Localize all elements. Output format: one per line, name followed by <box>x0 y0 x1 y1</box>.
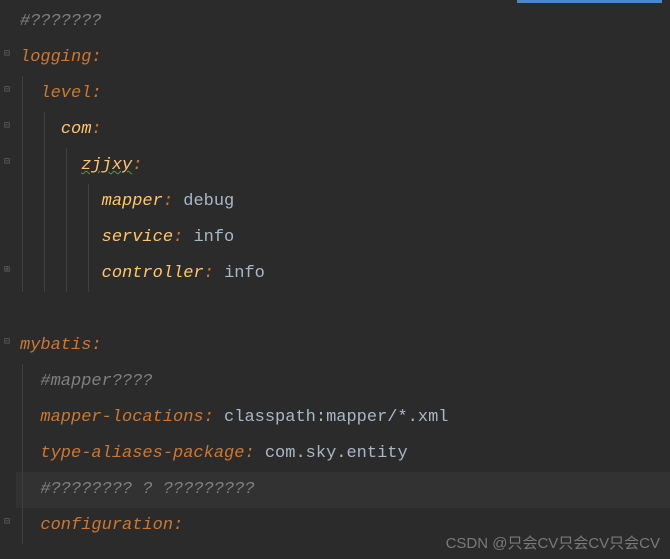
fold-icon[interactable]: ⊟ <box>1 516 13 528</box>
yaml-value: info <box>224 264 265 283</box>
comment-text: #mapper???? <box>40 372 152 391</box>
yaml-value: debug <box>183 192 234 211</box>
yaml-value: info <box>193 228 234 247</box>
colon: : <box>173 228 183 247</box>
code-editor[interactable]: ⊟ ⊟ ⊟ ⊟ ⊞ ⊟ ⊟ #??????? logging: level: c… <box>0 0 670 559</box>
code-line[interactable]: zjjxy: <box>16 148 670 184</box>
gutter: ⊟ ⊟ ⊟ ⊟ ⊞ ⊟ ⊟ <box>0 0 16 559</box>
comment-text: #???????? ? ????????? <box>40 480 254 499</box>
code-line[interactable]: #mapper???? <box>16 364 670 400</box>
colon: : <box>91 48 101 67</box>
fold-icon[interactable]: ⊞ <box>1 264 13 276</box>
colon: : <box>173 516 183 535</box>
colon: : <box>132 156 142 175</box>
colon: : <box>91 336 101 355</box>
yaml-key: level <box>40 84 91 103</box>
yaml-key: configuration <box>40 516 173 535</box>
code-line[interactable]: mapper: debug <box>16 184 670 220</box>
yaml-key: zjjxy <box>81 156 132 175</box>
fold-icon[interactable]: ⊟ <box>1 156 13 168</box>
code-line[interactable]: level: <box>16 76 670 112</box>
code-line[interactable]: service: info <box>16 220 670 256</box>
fold-icon[interactable]: ⊟ <box>1 336 13 348</box>
code-line[interactable]: configuration: <box>16 508 670 544</box>
yaml-key: logging <box>20 48 91 67</box>
comment-text: #??????? <box>20 12 102 31</box>
colon: : <box>91 120 101 139</box>
code-line[interactable]: controller: info <box>16 256 670 292</box>
yaml-key: mybatis <box>20 336 91 355</box>
fold-icon[interactable]: ⊟ <box>1 48 13 60</box>
code-line[interactable]: #??????? <box>16 4 670 40</box>
code-area[interactable]: #??????? logging: level: com: zjjxy: map… <box>16 0 670 559</box>
code-line[interactable]: com: <box>16 112 670 148</box>
code-line-highlighted[interactable]: #???????? ? ????????? <box>16 472 670 508</box>
yaml-key: com <box>61 120 92 139</box>
yaml-key: type-aliases-package <box>40 444 244 463</box>
colon: : <box>204 408 214 427</box>
fold-icon[interactable]: ⊟ <box>1 120 13 132</box>
code-line[interactable]: mapper-locations: classpath:mapper/*.xml <box>16 400 670 436</box>
code-line[interactable]: logging: <box>16 40 670 76</box>
colon: : <box>244 444 254 463</box>
yaml-value: classpath:mapper/*.xml <box>224 408 448 427</box>
code-line[interactable]: type-aliases-package: com.sky.entity <box>16 436 670 472</box>
code-line-empty[interactable] <box>16 292 670 328</box>
yaml-key: controller <box>102 264 204 283</box>
yaml-value: com.sky.entity <box>265 444 408 463</box>
colon: : <box>204 264 214 283</box>
code-line[interactable]: mybatis: <box>16 328 670 364</box>
yaml-key: service <box>102 228 173 247</box>
colon: : <box>91 84 101 103</box>
yaml-key: mapper <box>102 192 163 211</box>
fold-icon[interactable]: ⊟ <box>1 84 13 96</box>
colon: : <box>163 192 173 211</box>
yaml-key: mapper-locations <box>40 408 203 427</box>
